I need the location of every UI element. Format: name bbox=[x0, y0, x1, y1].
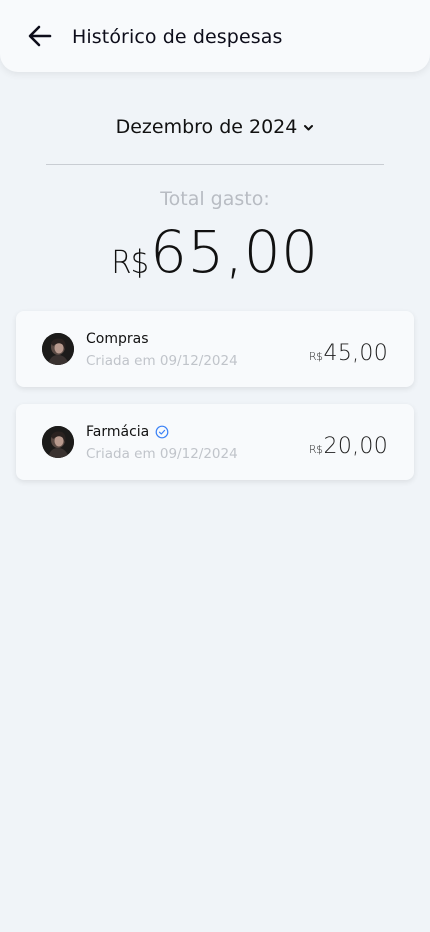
arrow-left-icon bbox=[28, 25, 52, 47]
expense-amount: R$ 45,00 bbox=[309, 341, 388, 367]
expense-title: Farmácia bbox=[86, 423, 169, 441]
expense-value: 20,00 bbox=[323, 434, 388, 459]
chevron-down-icon bbox=[304, 125, 314, 131]
expense-card-compras[interactable]: Compras Criada em 09/12/2024 R$ 45,00 bbox=[16, 311, 414, 387]
back-button[interactable] bbox=[26, 22, 54, 50]
month-selector[interactable]: Dezembro de 2024 bbox=[0, 114, 430, 140]
divider bbox=[46, 164, 384, 165]
total-value: 65,00 bbox=[150, 218, 319, 286]
total-amount: R$ 65,00 bbox=[0, 222, 430, 282]
avatar bbox=[42, 426, 74, 458]
expense-date: Criada em 09/12/2024 bbox=[86, 353, 238, 369]
expense-date: Criada em 09/12/2024 bbox=[86, 446, 238, 462]
verified-check-icon bbox=[155, 425, 169, 439]
expense-title: Compras bbox=[86, 331, 149, 347]
expense-currency: R$ bbox=[308, 350, 323, 363]
month-selector-label: Dezembro de 2024 bbox=[115, 116, 298, 138]
avatar bbox=[42, 333, 74, 365]
expense-currency: R$ bbox=[308, 443, 323, 456]
total-currency: R$ bbox=[111, 243, 149, 281]
app-header: Histórico de despesas bbox=[0, 0, 430, 72]
expense-amount: R$ 20,00 bbox=[309, 434, 388, 460]
page-title: Histórico de despesas bbox=[72, 26, 283, 48]
total-label: Total gasto: bbox=[160, 188, 270, 210]
expense-value: 45,00 bbox=[323, 341, 388, 366]
expense-card-farmacia[interactable]: Farmácia Criada em 09/12/2024 R$ 20,00 bbox=[16, 404, 414, 480]
